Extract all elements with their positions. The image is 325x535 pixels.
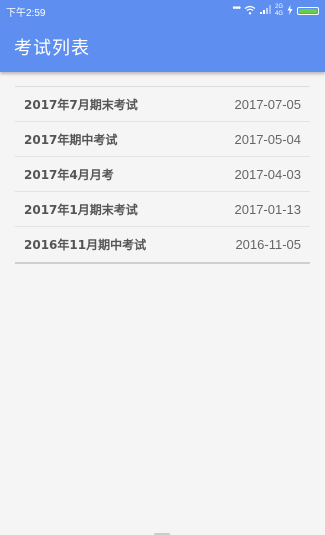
exam-date: 2017-07-05 (234, 96, 302, 112)
exam-row[interactable]: 2017年1月期末考试 2017-01-13 (15, 192, 310, 227)
more-dots-icon: ••• (232, 3, 240, 14)
network-label-bottom: 4G (274, 11, 283, 17)
exam-row[interactable]: 2017年7月期末考试 2017-07-05 (15, 87, 310, 122)
exam-name: 2016年11月期中考试 (24, 238, 147, 252)
status-icons: ••• 2G 4G (232, 4, 319, 18)
network-label-top: 2G (274, 4, 283, 10)
exam-row[interactable]: 2017年4月月考 2017-04-03 (15, 157, 310, 192)
app-bar: 考试列表 (0, 22, 325, 72)
status-bar: 下午2:59 ••• 2G 4G (0, 0, 325, 22)
exam-date: 2017-04-03 (234, 166, 302, 182)
status-time: 下午2:59 (6, 7, 46, 19)
exam-name: 2017年1月期末考试 (24, 202, 138, 217)
exam-row[interactable]: 2016年11月期中考试 2016-11-05 (15, 227, 310, 262)
page-title: 考试列表 (14, 38, 90, 59)
exam-name: 2017年4月月考 (24, 167, 114, 182)
exam-date: 2017-01-13 (234, 201, 302, 217)
network-type-icon: 2G 4G (275, 4, 283, 18)
exam-date: 2017-05-04 (234, 131, 302, 147)
exam-date: 2016-11-05 (235, 237, 301, 252)
exam-list: 2017年7月期末考试 2017-07-05 2017年期中考试 2017-05-04… (15, 86, 310, 264)
charging-icon (287, 4, 293, 18)
signal-icon (259, 5, 271, 17)
battery-level (299, 9, 317, 13)
exam-name: 2017年期中考试 (24, 132, 118, 147)
wifi-icon (244, 5, 256, 18)
battery-icon (297, 7, 319, 15)
exam-row[interactable]: 2017年期中考试 2017-05-04 (15, 122, 310, 157)
exam-name: 2017年7月期末考试 (24, 97, 138, 112)
